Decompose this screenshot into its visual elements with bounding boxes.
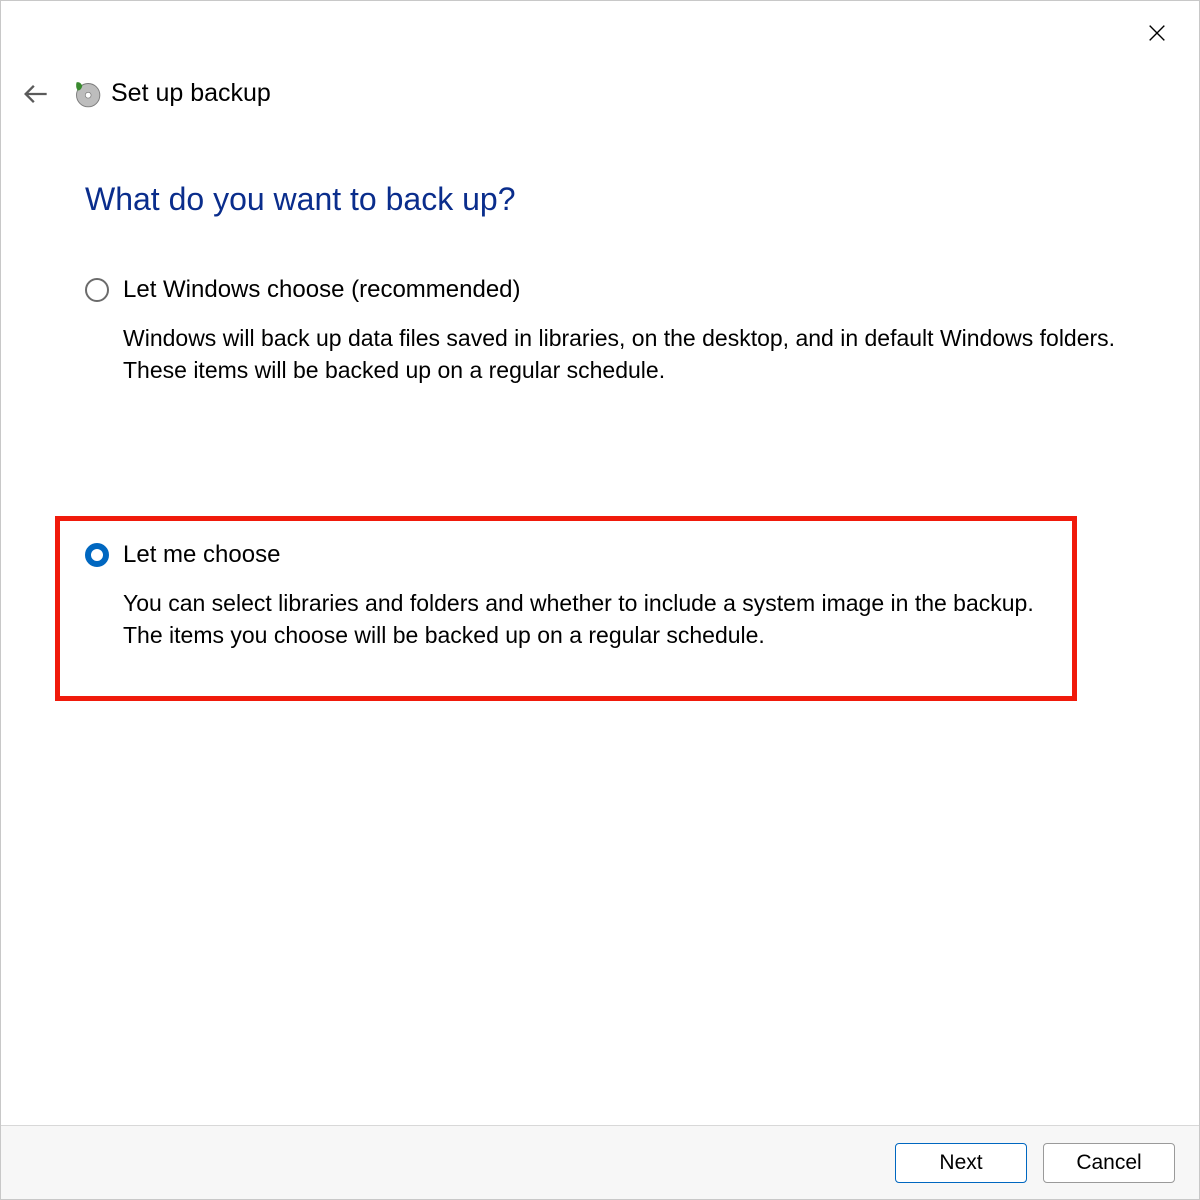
window-title: Set up backup bbox=[73, 79, 271, 108]
radio-let-me-choose[interactable] bbox=[85, 543, 109, 567]
option-label[interactable]: Let me choose bbox=[123, 541, 280, 569]
page-heading: What do you want to back up? bbox=[85, 181, 1139, 218]
header-row: Set up backup bbox=[21, 79, 271, 108]
option-description: Windows will back up data files saved in… bbox=[123, 322, 1139, 386]
radio-windows-choose[interactable] bbox=[85, 278, 109, 302]
footer-bar: Next Cancel bbox=[1, 1125, 1199, 1199]
backup-wizard-window: Set up backup What do you want to back u… bbox=[0, 0, 1200, 1200]
content-area: What do you want to back up? Let Windows… bbox=[85, 181, 1139, 426]
back-arrow-icon[interactable] bbox=[21, 80, 49, 108]
close-icon[interactable] bbox=[1143, 19, 1171, 47]
option-let-me-choose: Let me choose You can select libraries a… bbox=[85, 541, 1079, 651]
option-description: You can select libraries and folders and… bbox=[123, 587, 1079, 651]
next-button[interactable]: Next bbox=[895, 1143, 1027, 1183]
cancel-button[interactable]: Cancel bbox=[1043, 1143, 1175, 1183]
option-label[interactable]: Let Windows choose (recommended) bbox=[123, 276, 521, 304]
backup-disc-icon bbox=[73, 80, 101, 108]
window-title-text: Set up backup bbox=[111, 79, 271, 108]
option-windows-choose: Let Windows choose (recommended) Windows… bbox=[85, 276, 1139, 386]
